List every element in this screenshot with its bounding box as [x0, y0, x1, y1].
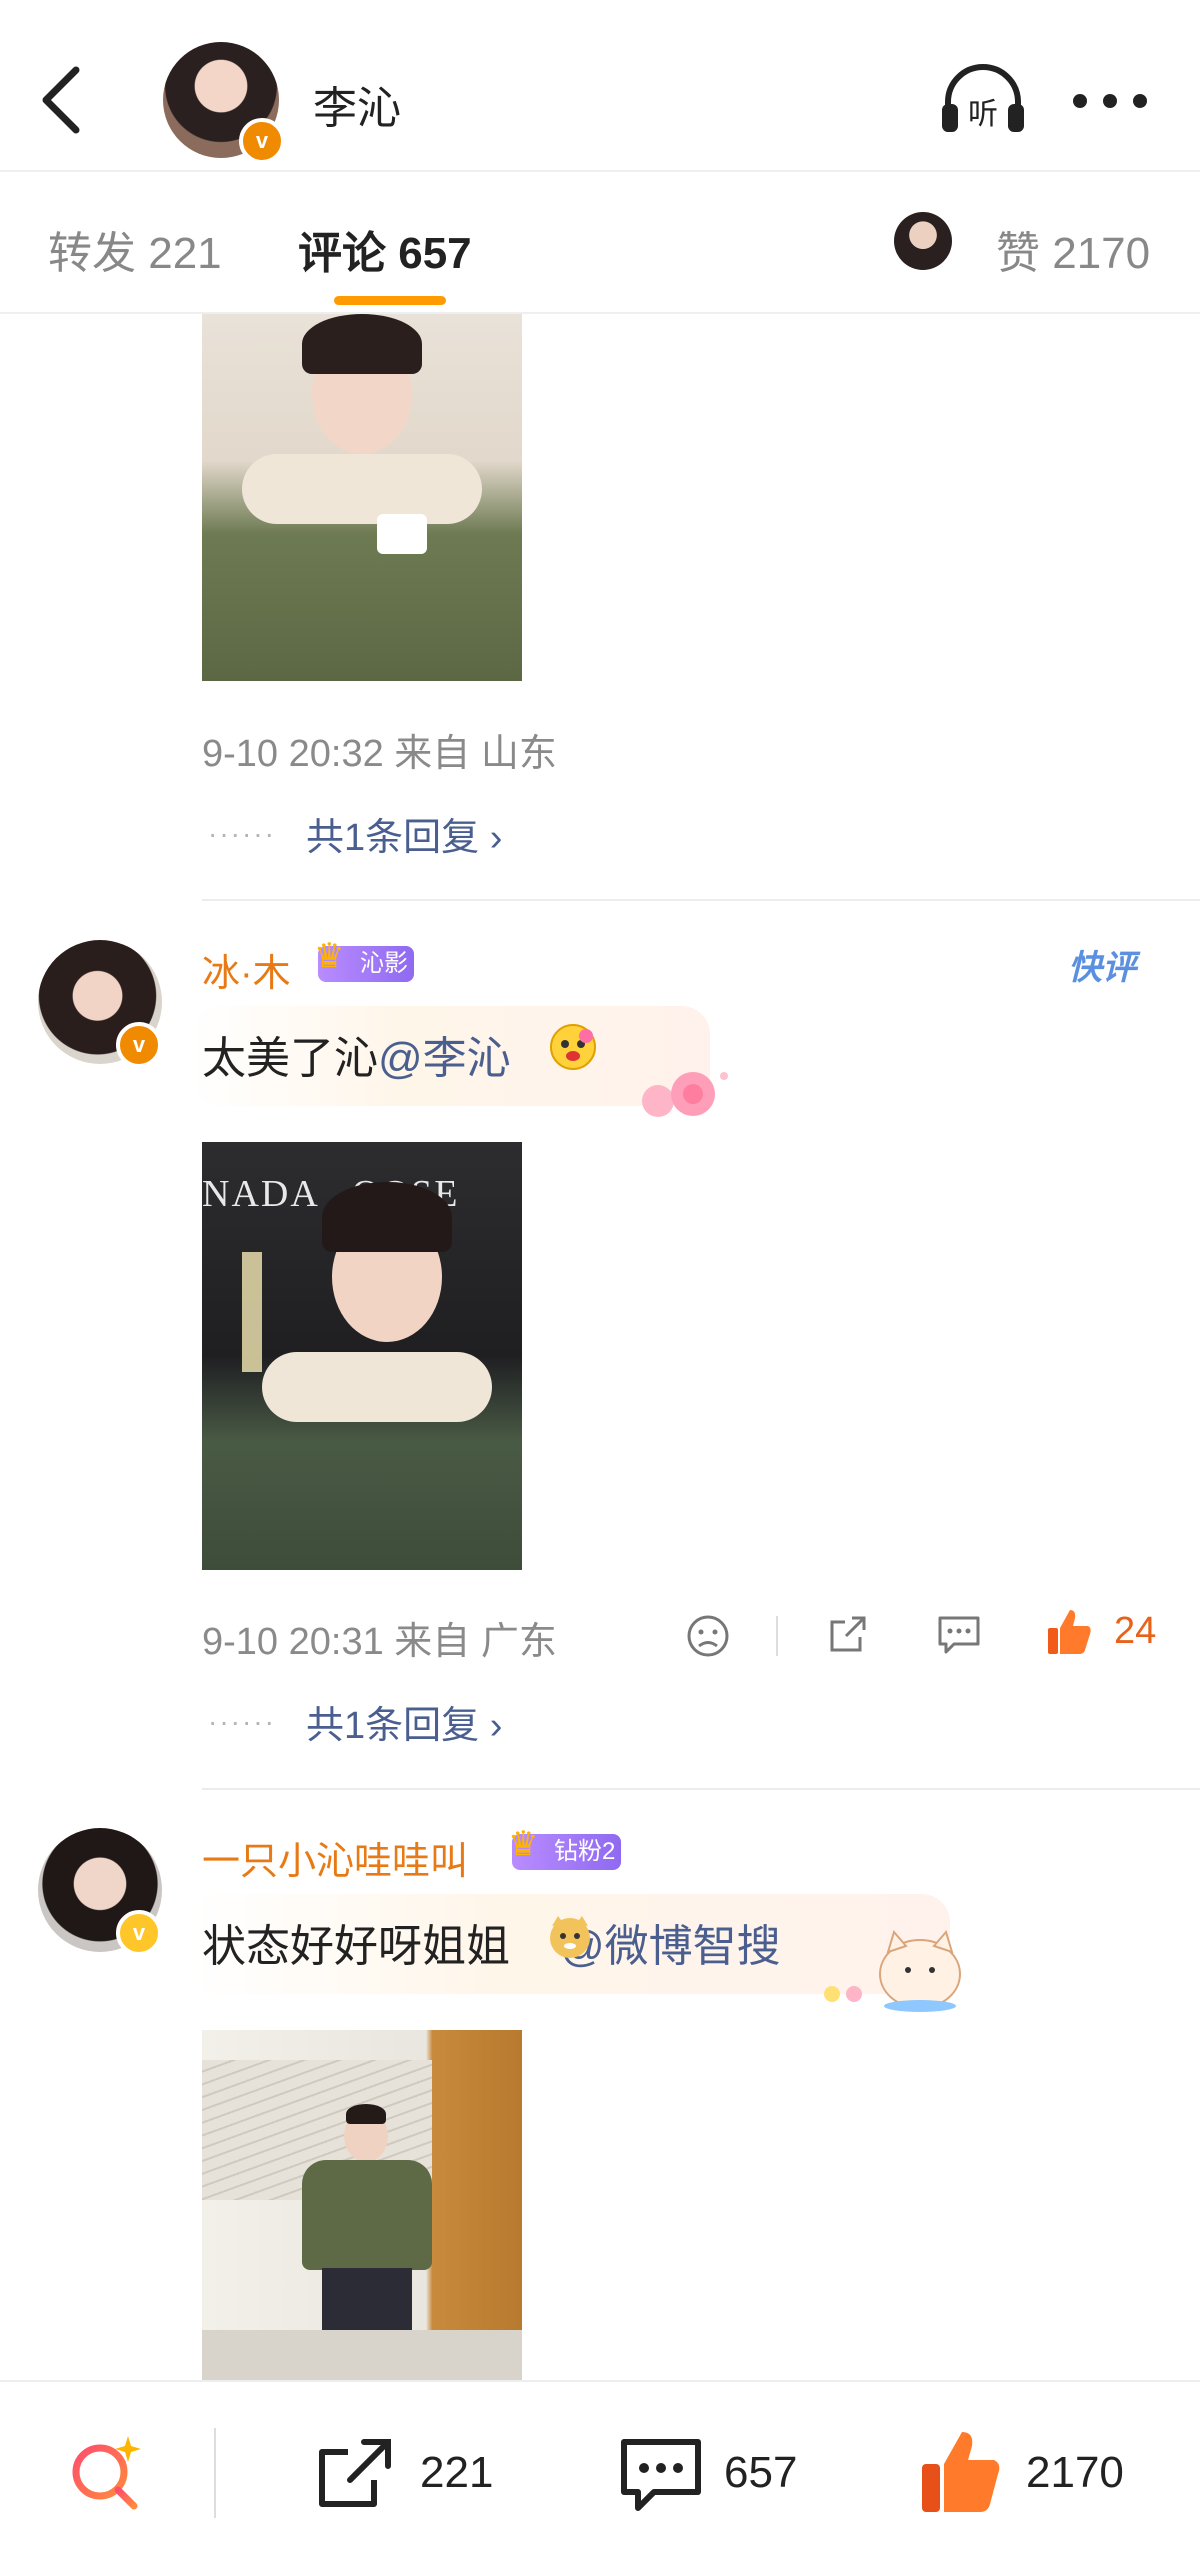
verified-badge-icon: v: [116, 1910, 162, 1956]
more-options-button[interactable]: [1070, 90, 1150, 112]
tab-bar: 转发 221 评论 657 赞 2170: [0, 172, 1200, 314]
comment-count: 657: [724, 2448, 798, 2497]
sad-face-icon: [687, 1615, 729, 1657]
active-tab-indicator: [334, 296, 446, 305]
tab-repost[interactable]: 转发 221: [48, 217, 222, 281]
reply-dots: ······: [208, 1706, 276, 1737]
reply-dots: ······: [208, 818, 276, 849]
fan-badge-label: 钻粉2: [554, 1838, 616, 1865]
like-button[interactable]: [918, 2426, 1004, 2516]
liker-avatar: [894, 212, 952, 270]
comment-bubble-icon: [621, 2439, 701, 2511]
quick-comment-button[interactable]: 快评: [1068, 940, 1136, 989]
chevron-left-icon: [42, 66, 80, 134]
action-divider: [776, 1616, 778, 1656]
comment-meta: 9-10 20:31 来自 广东: [202, 1621, 557, 1663]
view-replies-link[interactable]: 共1条回复 ›: [306, 806, 502, 861]
headphones-icon: 听: [942, 64, 1024, 132]
comment-bubble-icon: [938, 1616, 980, 1654]
cat-decoration-icon: [816, 1914, 966, 2014]
tab-like[interactable]: 赞 2170: [996, 217, 1150, 281]
back-button[interactable]: [36, 62, 90, 138]
commenter-name[interactable]: 一只小沁哇哇叫: [202, 1830, 468, 1885]
rose-decoration-icon: [618, 1056, 738, 1126]
more-dots-icon: [1073, 94, 1147, 108]
comment-text-body: 状态好好呀姐姐: [202, 1922, 510, 1971]
verified-badge-icon: v: [116, 1022, 162, 1068]
verified-badge-icon: v: [239, 118, 285, 164]
search-spark-icon: [72, 2436, 141, 2510]
mention-link[interactable]: @李沁: [378, 1034, 511, 1083]
fan-badge-label: 沁影: [360, 950, 408, 977]
commenter-name[interactable]: 冰·木: [202, 942, 291, 997]
share-icon: [830, 1616, 866, 1652]
listen-button[interactable]: 听: [938, 64, 1028, 136]
crown-icon: ♛: [508, 1825, 539, 1863]
bar-divider: [214, 2428, 216, 2518]
author-name[interactable]: 李沁: [313, 72, 401, 136]
reply-button[interactable]: [934, 1610, 984, 1658]
svg-text:听: 听: [968, 97, 998, 132]
repost-icon: [319, 2439, 391, 2507]
smart-search-button[interactable]: [66, 2432, 150, 2514]
top-header: v 李沁 听: [0, 0, 1200, 172]
emoji-icon: [548, 1022, 598, 1072]
comment-divider: [202, 1788, 1200, 1790]
view-replies-link[interactable]: 共1条回复 ›: [306, 1694, 502, 1749]
comment-button[interactable]: [618, 2432, 704, 2518]
like-count: 24: [1114, 1610, 1157, 1652]
crown-icon: ♛: [314, 937, 345, 975]
comment-text: 太美了沁@李沁: [202, 1022, 511, 1086]
comment-text: 状态好好呀姐姐 @微博智搜: [202, 1910, 781, 1974]
thumbs-up-icon: [922, 2432, 1000, 2512]
repost-count: 221: [420, 2448, 494, 2497]
comment-divider: [202, 899, 1200, 901]
emoji-icon: [546, 1912, 594, 1960]
comment-image[interactable]: [202, 2030, 522, 2380]
repost-button[interactable]: [314, 2434, 396, 2514]
fan-badge: ♛ 钻粉2: [508, 1826, 622, 1870]
thumbs-up-icon: [1048, 1610, 1091, 1654]
comment-image[interactable]: NADA OOSE: [202, 1142, 522, 1570]
fan-badge: ♛ 沁影: [314, 938, 414, 982]
like-button[interactable]: [1044, 1606, 1094, 1658]
comment-image[interactable]: [202, 314, 522, 681]
like-count: 2170: [1026, 2448, 1124, 2497]
share-button[interactable]: [824, 1610, 872, 1658]
comment-text-body: 太美了沁: [202, 1034, 378, 1083]
tab-comment[interactable]: 评论 657: [298, 217, 472, 281]
dislike-button[interactable]: [684, 1612, 732, 1660]
bottom-action-bar: 221 657 2170: [0, 2380, 1200, 2561]
comment-meta: 9-10 20:32 来自 山东: [202, 733, 557, 775]
